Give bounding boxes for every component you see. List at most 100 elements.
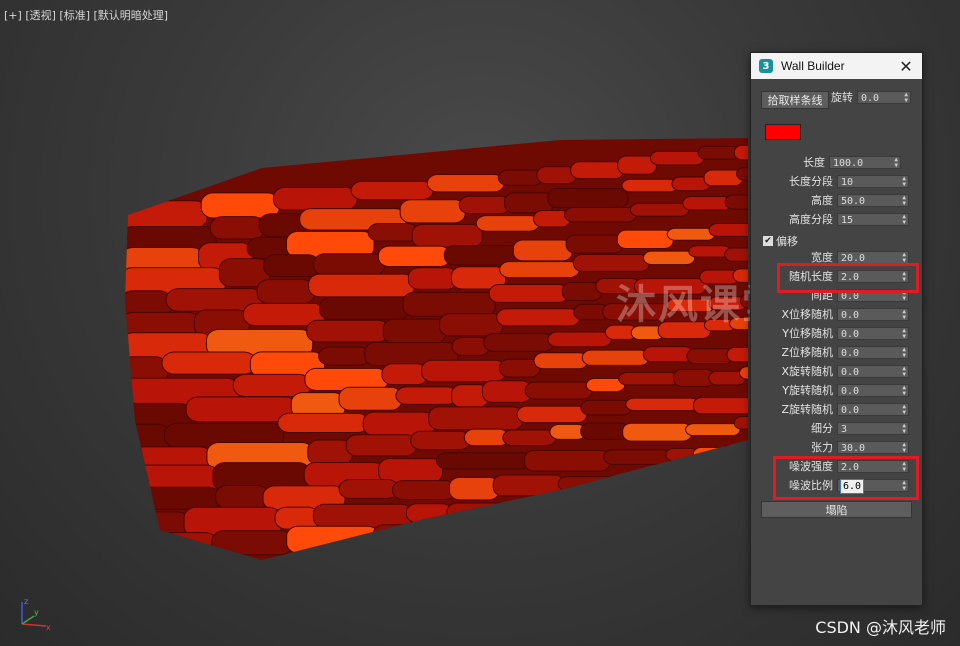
param-value[interactable]: 0.0 xyxy=(841,309,859,322)
param-spinner[interactable]: 0.0 ▲ ▼ xyxy=(837,346,909,359)
param-spinner[interactable]: 10 ▲ ▼ xyxy=(837,175,909,188)
brick xyxy=(570,161,625,180)
param-spinner[interactable]: 0.0 ▲ ▼ xyxy=(837,403,909,416)
param-spinner[interactable]: 0.0 ▲ ▼ xyxy=(837,327,909,340)
param-spinner[interactable]: 0.0 ▲ ▼ xyxy=(837,384,909,397)
param-value[interactable]: 50.0 xyxy=(841,195,865,208)
spinner-arrows-icon[interactable]: ▲ ▼ xyxy=(902,195,906,207)
spinner-arrows-icon[interactable]: ▲ ▼ xyxy=(902,309,906,321)
brick xyxy=(467,524,549,541)
brick xyxy=(410,430,471,451)
param-value[interactable]: 0.0 xyxy=(841,347,859,360)
param-spinner[interactable]: 15 ▲ ▼ xyxy=(837,213,909,226)
dialog-titlebar[interactable]: 3 Wall Builder ✕ xyxy=(751,53,922,79)
spinner-arrows-icon[interactable]: ▲ ▼ xyxy=(904,92,908,104)
brick xyxy=(402,291,496,317)
param-label: Y旋转随机 xyxy=(782,384,833,397)
param-row: Z位移随机 0.0 ▲ ▼ xyxy=(751,344,922,361)
param-spinner[interactable]: 2.0 ▲ ▼ xyxy=(837,270,909,283)
pick-spline-button[interactable]: 拾取样条线 xyxy=(761,91,829,109)
param-row: 长度分段 10 ▲ ▼ xyxy=(751,173,922,190)
brick xyxy=(209,216,266,240)
param-value[interactable]: 10 xyxy=(841,176,853,189)
brick xyxy=(547,187,629,209)
brick xyxy=(621,178,679,193)
svg-text:z: z xyxy=(24,597,28,606)
param-value[interactable]: 6.0 xyxy=(839,479,865,494)
param-label: 长度 xyxy=(803,156,825,169)
brick xyxy=(428,406,524,431)
param-row: Z旋转随机 0.0 ▲ ▼ xyxy=(751,401,922,418)
param-value[interactable]: 0.0 xyxy=(841,366,859,379)
spinner-arrows-icon[interactable]: ▲ ▼ xyxy=(902,176,906,188)
param-value[interactable]: 2.0 xyxy=(841,461,859,474)
brick xyxy=(642,250,696,266)
spinner-arrows-icon[interactable]: ▲ ▼ xyxy=(902,347,906,359)
param-value[interactable]: 0.0 xyxy=(841,328,859,341)
brick xyxy=(435,452,532,470)
param-spinner[interactable]: 100.0 ▲ ▼ xyxy=(829,156,901,169)
spinner-arrows-icon[interactable]: ▲ ▼ xyxy=(902,328,906,340)
param-label: 间距 xyxy=(811,289,833,302)
close-icon[interactable]: ✕ xyxy=(896,56,916,76)
brick xyxy=(125,532,219,558)
param-value[interactable]: 0.0 xyxy=(841,290,859,303)
brick xyxy=(338,386,403,411)
param-value[interactable]: 2.0 xyxy=(841,271,859,284)
param-row: 噪波强度 2.0 ▲ ▼ xyxy=(751,458,922,475)
param-label: 高度分段 xyxy=(789,213,833,226)
spinner-arrows-icon[interactable]: ▲ ▼ xyxy=(902,290,906,302)
param-row: 高度 50.0 ▲ ▼ xyxy=(751,192,922,209)
param-spinner[interactable]: 50.0 ▲ ▼ xyxy=(837,194,909,207)
param-value[interactable]: 15 xyxy=(841,214,853,227)
param-value[interactable]: 30.0 xyxy=(841,442,865,455)
brick xyxy=(382,318,447,344)
brick xyxy=(649,150,705,166)
offset-checkbox-row[interactable]: ✔ 偏移 xyxy=(763,233,798,249)
brick xyxy=(685,423,741,437)
spinner-arrows-icon[interactable]: ▲ ▼ xyxy=(902,480,906,492)
spinner-arrows-icon[interactable]: ▲ ▼ xyxy=(902,385,906,397)
spinner-arrows-icon[interactable]: ▲ ▼ xyxy=(902,271,906,283)
param-value[interactable]: 3 xyxy=(841,423,847,436)
brick xyxy=(603,449,673,465)
brick xyxy=(367,223,419,242)
spinner-arrows-icon[interactable]: ▲ ▼ xyxy=(902,404,906,416)
spinner-arrows-icon[interactable]: ▲ ▼ xyxy=(894,157,898,169)
param-spinner[interactable]: 20.0 ▲ ▼ xyxy=(837,251,909,264)
param-value[interactable]: 0.0 xyxy=(841,404,859,417)
brick xyxy=(319,296,410,321)
param-value[interactable]: 20.0 xyxy=(841,252,865,265)
param-spinner[interactable]: 6.0 ▲ ▼ xyxy=(837,479,909,494)
rotation-spinner[interactable]: 0.0 ▲ ▼ xyxy=(857,91,911,104)
param-label: 高度 xyxy=(811,194,833,207)
collapse-button[interactable]: 塌陷 xyxy=(761,501,912,518)
brick xyxy=(565,234,624,254)
brick xyxy=(286,525,380,554)
param-spinner[interactable]: 0.0 ▲ ▼ xyxy=(837,365,909,378)
dialog-title: Wall Builder xyxy=(781,59,845,73)
param-spinner[interactable]: 0.0 ▲ ▼ xyxy=(837,308,909,321)
param-value[interactable]: 0.0 xyxy=(841,385,859,398)
spinner-arrows-icon[interactable]: ▲ ▼ xyxy=(902,442,906,454)
brick xyxy=(676,468,724,486)
brick xyxy=(686,348,734,365)
spinner-arrows-icon[interactable]: ▲ ▼ xyxy=(902,252,906,264)
offset-checkbox[interactable]: ✔ xyxy=(763,236,773,246)
spinner-arrows-icon[interactable]: ▲ ▼ xyxy=(902,366,906,378)
spinner-arrows-icon[interactable]: ▲ ▼ xyxy=(902,461,906,473)
brick xyxy=(446,502,529,525)
brick xyxy=(458,195,512,215)
spinner-arrows-icon[interactable]: ▲ ▼ xyxy=(902,214,906,226)
brick xyxy=(345,434,418,457)
param-value[interactable]: 100.0 xyxy=(833,157,863,170)
param-spinner[interactable]: 30.0 ▲ ▼ xyxy=(837,441,909,454)
brick xyxy=(521,500,602,520)
param-spinner[interactable]: 3 ▲ ▼ xyxy=(837,422,909,435)
color-swatch[interactable] xyxy=(765,124,801,140)
param-spinner[interactable]: 0.0 ▲ ▼ xyxy=(837,289,909,302)
brick xyxy=(426,174,505,193)
brick xyxy=(125,486,223,510)
param-spinner[interactable]: 2.0 ▲ ▼ xyxy=(837,460,909,473)
spinner-arrows-icon[interactable]: ▲ ▼ xyxy=(902,423,906,435)
